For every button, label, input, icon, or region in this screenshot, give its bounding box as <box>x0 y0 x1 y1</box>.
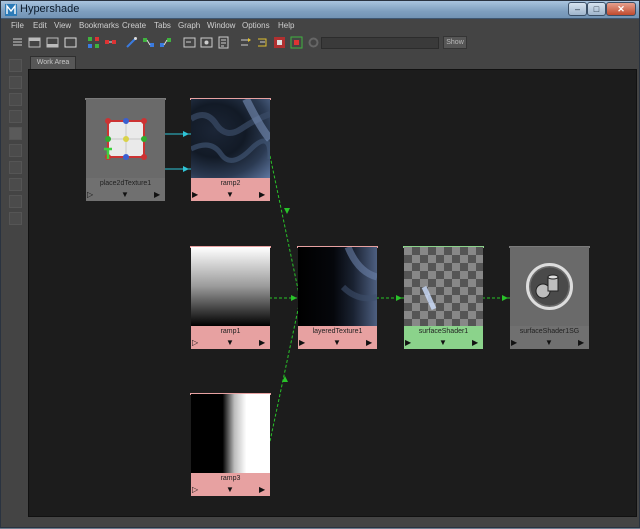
menu-file[interactable]: File <box>11 21 24 30</box>
downstream-connections-icon[interactable] <box>159 36 172 49</box>
io-connections-icon[interactable] <box>200 36 213 49</box>
node-ports: ▶ ▼ ▶ <box>404 337 483 349</box>
frame-all-icon[interactable] <box>9 110 22 123</box>
ramp1-swatch <box>191 247 270 326</box>
minimize-button[interactable]: ‒ <box>568 2 587 16</box>
top-tabs-layout-icon[interactable] <box>28 36 41 49</box>
ramp3-swatch <box>191 394 270 473</box>
input-port[interactable]: ▷ <box>192 485 202 495</box>
node-view-icon[interactable] <box>9 161 22 174</box>
menu-bar: File Edit View Bookmarks Create Tabs Gra… <box>1 20 639 34</box>
output-port[interactable]: ▶ <box>154 190 164 200</box>
toolbar: Show <box>1 34 639 52</box>
node-label: ramp1 <box>191 326 270 337</box>
graph-filter-icon[interactable] <box>9 76 22 89</box>
expand-arrow[interactable]: ▼ <box>221 338 239 348</box>
clear-graph-icon[interactable] <box>104 36 117 49</box>
input-port[interactable]: ▶ <box>299 338 309 348</box>
maya-app-icon <box>5 4 17 16</box>
shading-group-swatch <box>510 247 589 326</box>
input-port[interactable]: ▶ <box>192 190 202 200</box>
node-label: place2dTexture1 <box>86 178 165 189</box>
hypershade-window: Hypershade ‒ □ ✕ File Edit View Bookmark… <box>0 0 640 528</box>
tab-strip: Work Area <box>27 55 639 69</box>
node-ports: ▷ ▼ ▶ <box>191 484 270 496</box>
shading-group-icon[interactable] <box>273 36 286 49</box>
output-port[interactable]: ▶ <box>366 338 376 348</box>
expand-arrow[interactable]: ▼ <box>328 338 346 348</box>
surface-shader-highlight <box>421 285 437 311</box>
node-label: surfaceShader1 <box>404 326 483 337</box>
expand-arrow[interactable]: ▼ <box>221 485 239 495</box>
menu-options[interactable]: Options <box>242 21 270 30</box>
expand-arrow[interactable]: ▼ <box>116 190 134 200</box>
tab-work-area[interactable]: Work Area <box>30 56 76 69</box>
place2d-swatch <box>86 99 165 178</box>
output-port[interactable]: ▶ <box>259 338 269 348</box>
output-port[interactable]: ▶ <box>578 338 588 348</box>
single-panel-layout-icon[interactable] <box>64 36 77 49</box>
upstream-connections-icon[interactable] <box>142 36 155 49</box>
camera-icon[interactable] <box>9 212 22 225</box>
menu-bookmarks[interactable]: Bookmarks <box>79 21 119 30</box>
input-port[interactable]: ▷ <box>87 190 97 200</box>
work-area-icon[interactable] <box>9 93 22 106</box>
settings-gear-icon[interactable] <box>307 36 320 49</box>
edit-brush-icon[interactable] <box>125 36 138 49</box>
ramp2-texture <box>191 99 270 163</box>
expand-arrow[interactable]: ▼ <box>540 338 558 348</box>
layered-swatch <box>298 247 377 326</box>
output-port[interactable]: ▶ <box>259 485 269 495</box>
filter-input[interactable] <box>321 37 439 49</box>
rearrange-icon[interactable] <box>9 178 22 191</box>
menu-edit[interactable]: Edit <box>33 21 47 30</box>
toggle-panel-icon[interactable] <box>11 36 24 49</box>
bottom-tabs-layout-icon[interactable] <box>46 36 59 49</box>
output-connections-icon[interactable] <box>217 36 230 49</box>
window-title: Hypershade <box>20 3 80 15</box>
graph-network-icon[interactable] <box>87 36 100 49</box>
node-ports: ▶ ▼ ▶ <box>191 189 270 201</box>
menu-view[interactable]: View <box>54 21 71 30</box>
menu-help[interactable]: Help <box>278 21 294 30</box>
frame-selection-icon[interactable] <box>9 127 22 140</box>
swatch-render-icon[interactable] <box>290 36 303 49</box>
bookmark-icon[interactable] <box>9 195 22 208</box>
reorder-nodes-icon[interactable] <box>239 36 252 49</box>
maximize-button[interactable]: □ <box>587 2 606 16</box>
node-label: surfaceShader1SG <box>510 326 589 337</box>
panel-layout-icon[interactable] <box>9 144 22 157</box>
menu-graph[interactable]: Graph <box>178 21 200 30</box>
menu-window[interactable]: Window <box>207 21 235 30</box>
input-port[interactable]: ▶ <box>405 338 415 348</box>
node-ports: ▷ ▼ ▶ <box>86 189 165 201</box>
expand-arrow[interactable]: ▼ <box>221 190 239 200</box>
node-ports: ▶ ▼ ▶ <box>298 337 377 349</box>
input-port[interactable]: ▷ <box>192 338 202 348</box>
node-label: ramp3 <box>191 473 270 484</box>
title-bar[interactable]: Hypershade ‒ □ ✕ <box>1 1 639 19</box>
input-port[interactable]: ▶ <box>511 338 521 348</box>
layered-texture <box>340 247 377 302</box>
surfaceshader-swatch <box>404 247 483 326</box>
menu-create[interactable]: Create <box>122 21 146 30</box>
node-label: ramp2 <box>191 178 270 189</box>
output-port[interactable]: ▶ <box>472 338 482 348</box>
input-connections-icon[interactable] <box>183 36 196 49</box>
left-tool-strip <box>5 55 25 525</box>
node-ports: ▷ ▼ ▶ <box>191 337 270 349</box>
node-label: layeredTexture1 <box>298 326 377 337</box>
close-button[interactable]: ✕ <box>606 2 636 16</box>
node-ports: ▶ ▼ ▶ <box>510 337 589 349</box>
shading-group-icon <box>526 263 573 310</box>
ramp2-swatch <box>191 99 270 178</box>
select-tool-icon[interactable] <box>9 59 22 72</box>
output-port[interactable]: ▶ <box>259 190 269 200</box>
expand-arrow[interactable]: ▼ <box>434 338 452 348</box>
show-button[interactable]: Show <box>443 36 467 49</box>
place2d-texture-icon <box>104 118 147 160</box>
menu-tabs[interactable]: Tabs <box>154 21 171 30</box>
rearrange-graph-icon[interactable] <box>256 36 269 49</box>
